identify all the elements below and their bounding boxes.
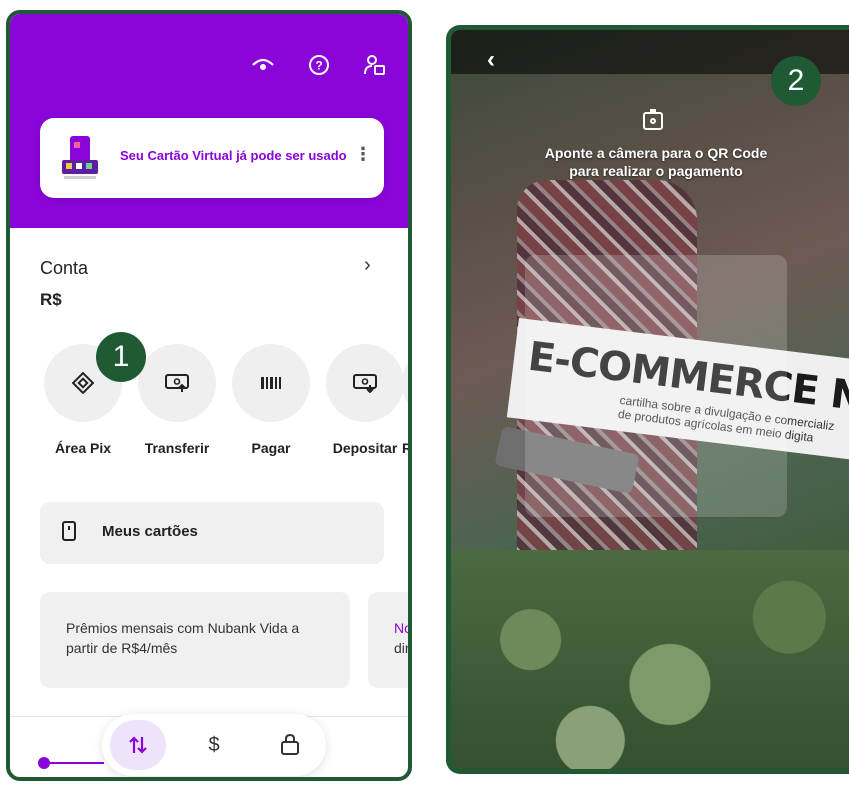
promo2-line2: dir [394,640,410,656]
shopping-bag-icon-svg [281,734,299,755]
eye-icon-svg [252,58,274,70]
more-action-icon[interactable] [402,344,408,422]
action-depositar[interactable]: Depositar [322,344,408,456]
promo-text: Prêmios mensais com Nubank Vida a partir… [66,620,300,656]
profile-icon-svg [364,55,385,75]
account-label[interactable]: Conta [40,258,88,279]
promo2-line1: No [394,620,412,636]
transfer-icon[interactable] [138,344,216,422]
profile-icon[interactable] [360,50,390,80]
action-label: R [402,440,412,456]
my-cards-label: Meus cartões [102,523,198,540]
shopping-bag-icon[interactable] [262,720,318,770]
step-badge-2: 2 [771,56,821,106]
action-transferir[interactable]: Transferir [134,344,220,456]
transfer-arrows-icon-svg [129,736,147,754]
dollar-icon[interactable]: $ [186,720,242,770]
back-arrow-icon[interactable]: ‹ [487,46,495,74]
deposit-icon-svg [353,374,377,393]
virtual-card-banner[interactable]: Seu Cartão Virtual já pode ser usado ⋮ [40,118,384,198]
barcode-icon[interactable] [232,344,310,422]
transfer-icon-svg [165,374,189,392]
eye-icon[interactable] [248,50,278,80]
header: ? Seu Cartão Virtual já pode ser usado ⋮ [10,14,408,228]
nubank-home-screen: ? Seu Cartão Virtual já pode ser usado ⋮ [6,10,412,781]
action-label: Pagar [251,440,291,456]
action-partial[interactable]: R [402,344,412,456]
virtual-card-illustration-icon [62,136,98,179]
qr-scanner-screen: E-COMMERCE NA ZON cartilha sobre a divul… [446,25,849,774]
qr-scan-frame [525,255,787,517]
deposit-icon[interactable] [326,344,404,422]
transfer-arrows-icon[interactable] [110,720,166,770]
pix-icon-svg [72,372,94,394]
svg-text:?: ? [315,59,322,73]
quick-actions: Área Pix Transferir Pagar Depositar R [10,344,408,464]
barcode-icon-svg [261,377,281,389]
promo-card-partial[interactable]: No dir [368,592,412,688]
instruction-line-1: Aponte a câmera para o QR Code [544,145,768,161]
action-label: Área Pix [54,440,112,456]
promo-text-partial: No dir [394,618,412,658]
action-label: Depositar [332,440,398,456]
my-cards-button[interactable]: Meus cartões [40,502,384,564]
chevron-right-icon[interactable]: › [364,254,371,277]
help-icon-svg: ? [309,55,329,75]
scan-instructions: Aponte a câmera para o QR Code para real… [511,144,801,180]
bottom-tab-bar: $ [102,714,326,776]
promo-card[interactable]: Prêmios mensais com Nubank Vida a partir… [40,592,350,688]
step-badge-1: 1 [96,332,146,382]
page-indicator-dot [38,757,50,769]
page-indicator-line [44,762,104,764]
card-icon [62,521,76,541]
banner-text: Seu Cartão Virtual já pode ser usado [120,148,347,163]
help-icon[interactable]: ? [304,50,334,80]
camera-scene-plants [451,550,849,769]
action-pagar[interactable]: Pagar [228,344,314,456]
account-balance: R$ [40,290,62,309]
action-label: Transferir [144,440,210,456]
more-options-icon[interactable]: ⋮ [354,144,372,165]
instruction-line-2: para realizar o pagamento [569,163,743,179]
camera-icon [643,109,663,130]
